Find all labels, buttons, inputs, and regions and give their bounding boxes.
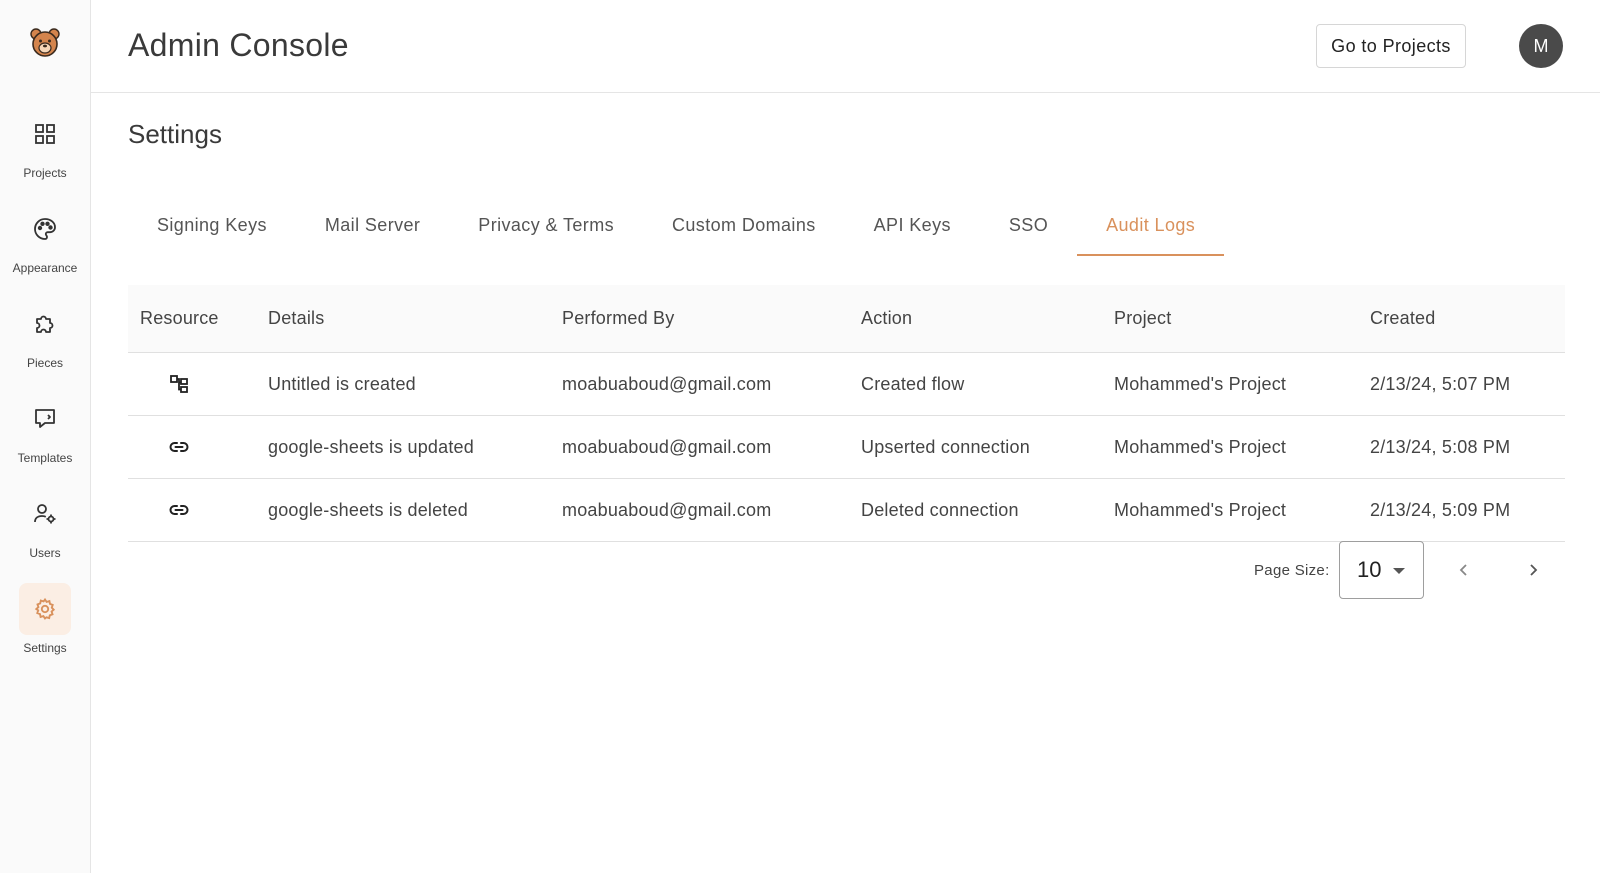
page-size-select[interactable]: 10: [1339, 541, 1424, 599]
sidebar-item-settings[interactable]: Settings: [8, 583, 82, 659]
flow-icon: [168, 353, 190, 415]
table-header: Resource Details Performed By Action Pro…: [128, 285, 1565, 353]
performed-by-cell: moabuaboud@gmail.com: [562, 499, 772, 520]
link-icon: [168, 479, 190, 541]
sidebar-item-pieces[interactable]: Pieces: [8, 298, 82, 374]
avatar[interactable]: M: [1519, 24, 1563, 68]
section-title: Settings: [128, 119, 222, 149]
created-cell: 2/13/24, 5:08 PM: [1370, 436, 1511, 457]
performed-by-cell: moabuaboud@gmail.com: [562, 373, 772, 394]
tab-signing-keys[interactable]: Signing Keys: [128, 200, 296, 256]
link-icon: [168, 416, 190, 478]
column-header-performed-by: Performed By: [562, 308, 675, 328]
project-cell: Mohammed's Project: [1114, 373, 1287, 394]
details-cell: Untitled is created: [268, 373, 416, 394]
sidebar-item-projects[interactable]: Projects: [8, 108, 82, 184]
template-icon: [19, 393, 71, 445]
project-cell: Mohammed's Project: [1114, 499, 1287, 520]
sidebar-item-templates[interactable]: Templates: [8, 393, 82, 469]
action-cell: Created flow: [861, 373, 965, 394]
settings-tabs: Signing Keys Mail Server Privacy & Terms…: [128, 200, 1225, 256]
previous-page-button[interactable]: [1452, 558, 1476, 582]
sidebar-item-label: Pieces: [26, 356, 64, 370]
gear-icon: [19, 583, 71, 635]
column-header-project: Project: [1114, 308, 1172, 328]
created-cell: 2/13/24, 5:09 PM: [1370, 499, 1511, 520]
table-row[interactable]: Untitled is created moabuaboud@gmail.com…: [128, 353, 1565, 416]
chevron-left-icon: [1459, 564, 1467, 576]
audit-log-table: Resource Details Performed By Action Pro…: [128, 285, 1565, 542]
column-header-created: Created: [1370, 308, 1436, 328]
action-cell: Upserted connection: [861, 436, 1030, 457]
sidebar-item-label: Projects: [23, 166, 67, 180]
tab-audit-logs[interactable]: Audit Logs: [1077, 200, 1225, 256]
column-header-resource: Resource: [140, 308, 219, 328]
column-header-details: Details: [268, 308, 325, 328]
details-cell: google-sheets is updated: [268, 436, 474, 457]
sidebar-item-appearance[interactable]: Appearance: [8, 203, 82, 279]
chevron-right-icon: [1530, 564, 1538, 576]
action-cell: Deleted connection: [861, 499, 1019, 520]
top-header: Admin Console Go to Projects M: [91, 0, 1600, 93]
user-gear-icon: [19, 488, 71, 540]
palette-icon: [19, 203, 71, 255]
page-title: Admin Console: [128, 27, 349, 63]
grid-icon: [19, 108, 71, 160]
caret-down-icon: [1393, 568, 1405, 574]
tab-sso[interactable]: SSO: [980, 200, 1077, 256]
page-size-label: Page Size:: [1254, 561, 1330, 579]
details-cell: google-sheets is deleted: [268, 499, 468, 520]
go-to-projects-button[interactable]: Go to Projects: [1316, 24, 1466, 68]
tab-privacy-terms[interactable]: Privacy & Terms: [449, 200, 643, 256]
created-cell: 2/13/24, 5:07 PM: [1370, 373, 1511, 394]
tab-api-keys[interactable]: API Keys: [845, 200, 980, 256]
bear-logo-icon[interactable]: [30, 28, 60, 58]
tab-mail-server[interactable]: Mail Server: [296, 200, 449, 256]
sidebar-item-label: Templates: [17, 451, 73, 465]
performed-by-cell: moabuaboud@gmail.com: [562, 436, 772, 457]
project-cell: Mohammed's Project: [1114, 436, 1287, 457]
sidebar-item-label: Appearance: [12, 261, 78, 275]
table-row[interactable]: google-sheets is updated moabuaboud@gmai…: [128, 416, 1565, 479]
pagination: Page Size: 10: [1254, 541, 1538, 599]
next-page-button[interactable]: [1521, 558, 1545, 582]
table-row[interactable]: google-sheets is deleted moabuaboud@gmai…: [128, 479, 1565, 542]
sidebar: Projects Appearance Pieces Templates Use…: [0, 0, 91, 873]
puzzle-icon: [19, 298, 71, 350]
sidebar-item-users[interactable]: Users: [8, 488, 82, 564]
sidebar-item-label: Users: [29, 546, 61, 560]
column-header-action: Action: [861, 308, 913, 328]
sidebar-item-label: Settings: [23, 641, 67, 655]
tab-custom-domains[interactable]: Custom Domains: [643, 200, 845, 256]
page-size-value: 10: [1357, 557, 1382, 582]
